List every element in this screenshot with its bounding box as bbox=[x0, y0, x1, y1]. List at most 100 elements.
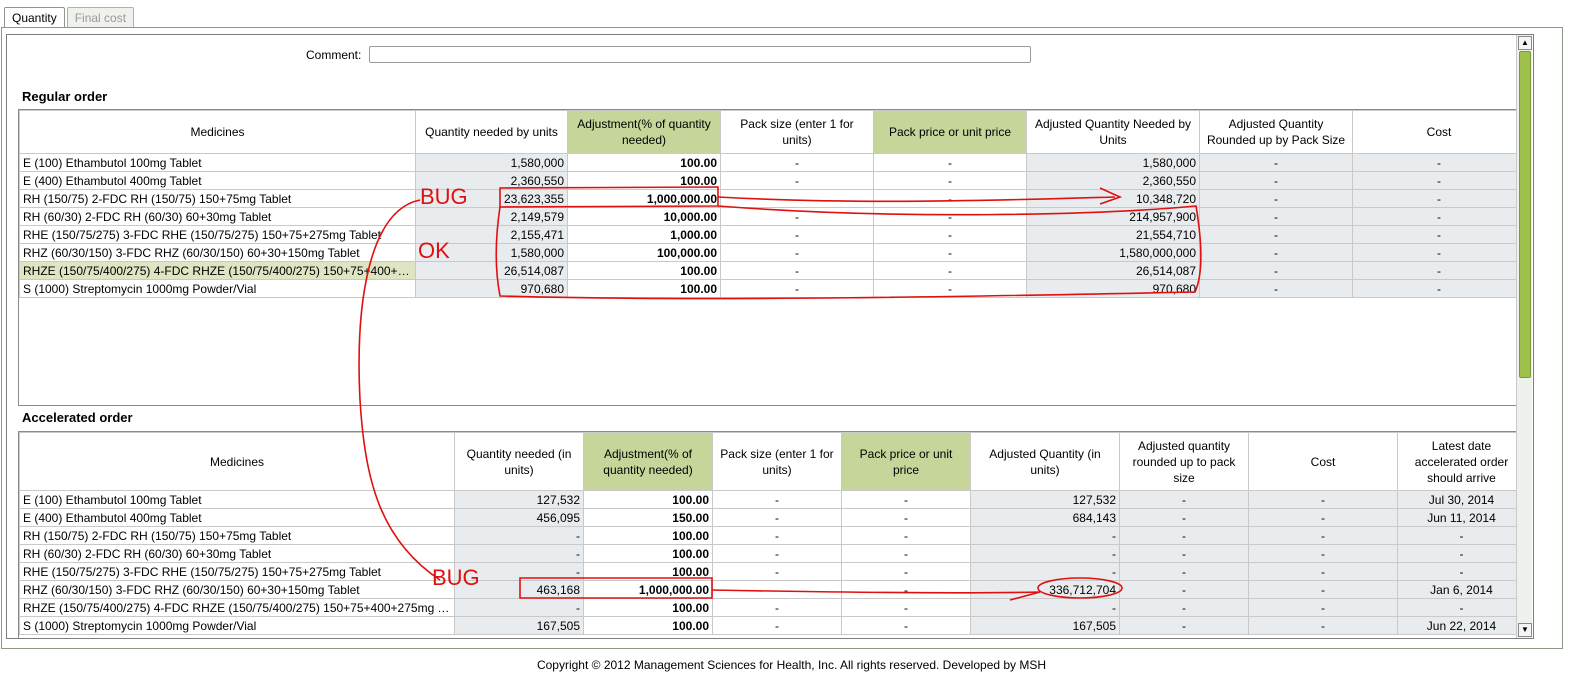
regular-cell-2[interactable]: 1,000,000.00 bbox=[567, 189, 721, 208]
regular-table-row[interactable]: RH (60/30) 2-FDC RH (60/30) 60+30mg Tabl… bbox=[19, 207, 1526, 226]
accelerated-cell-4[interactable]: - bbox=[841, 562, 971, 581]
accelerated-cell-4[interactable]: - bbox=[841, 580, 971, 599]
regular-cell-3[interactable]: - bbox=[720, 207, 874, 226]
regular-cell-4[interactable]: - bbox=[873, 153, 1027, 172]
comment-input[interactable] bbox=[369, 46, 1031, 63]
regular-cell-6: - bbox=[1199, 153, 1353, 172]
accelerated-table-row[interactable]: RH (150/75) 2-FDC RH (150/75) 150+75mg T… bbox=[19, 526, 1526, 545]
accelerated-cell-3[interactable]: - bbox=[712, 526, 842, 545]
accelerated-header-2[interactable]: Adjustment(% of quantity needed) bbox=[583, 432, 713, 491]
regular-cell-1: 1,580,000 bbox=[415, 243, 568, 262]
regular-cell-2[interactable]: 10,000.00 bbox=[567, 207, 721, 226]
accelerated-table-row[interactable]: S (1000) Streptomycin 1000mg Powder/Vial… bbox=[19, 616, 1526, 635]
accelerated-cell-1: 463,168 bbox=[454, 580, 584, 599]
accelerated-cell-0: E (100) Ethambutol 100mg Tablet bbox=[19, 490, 455, 509]
regular-header-0[interactable]: Medicines bbox=[19, 110, 416, 154]
accelerated-header-7[interactable]: Cost bbox=[1248, 432, 1398, 491]
regular-cell-2[interactable]: 100.00 bbox=[567, 279, 721, 298]
accelerated-header-5[interactable]: Adjusted Quantity (in units) bbox=[970, 432, 1120, 491]
accelerated-cell-3[interactable]: - bbox=[712, 598, 842, 617]
accelerated-cell-4[interactable]: - bbox=[841, 544, 971, 563]
regular-cell-5: 26,514,087 bbox=[1026, 261, 1200, 280]
regular-table-row[interactable]: E (100) Ethambutol 100mg Tablet 1,580,000… bbox=[19, 153, 1526, 172]
regular-table-row[interactable]: RH (150/75) 2-FDC RH (150/75) 150+75mg T… bbox=[19, 189, 1526, 208]
regular-cell-4[interactable]: - bbox=[873, 243, 1027, 262]
accelerated-cell-3[interactable]: - bbox=[712, 508, 842, 527]
accelerated-table-row[interactable]: RHZE (150/75/400/275) 4-FDC RHZE (150/75… bbox=[19, 598, 1526, 617]
regular-cell-4[interactable]: - bbox=[873, 171, 1027, 190]
regular-cell-0: RHE (150/75/275) 3-FDC RHE (150/75/275) … bbox=[19, 225, 416, 244]
regular-table-row[interactable]: E (400) Ethambutol 400mg Tablet 2,360,550… bbox=[19, 171, 1526, 190]
accelerated-cell-2[interactable]: 1,000,000.00 bbox=[583, 580, 713, 599]
regular-cell-5: 2,360,550 bbox=[1026, 171, 1200, 190]
scroll-up-icon[interactable]: ▲ bbox=[1518, 36, 1532, 50]
accelerated-header-6[interactable]: Adjusted quantity rounded up to pack siz… bbox=[1119, 432, 1249, 491]
regular-header-4[interactable]: Pack price or unit price bbox=[873, 110, 1027, 154]
regular-cell-3[interactable]: - bbox=[720, 261, 874, 280]
regular-cell-3[interactable]: - bbox=[720, 171, 874, 190]
accelerated-cell-2[interactable]: 100.00 bbox=[583, 526, 713, 545]
accelerated-cell-6: - bbox=[1119, 544, 1249, 563]
accelerated-cell-4[interactable]: - bbox=[841, 490, 971, 509]
regular-cell-4[interactable]: - bbox=[873, 207, 1027, 226]
accelerated-cell-3[interactable]: - bbox=[712, 490, 842, 509]
accelerated-cell-4[interactable]: - bbox=[841, 598, 971, 617]
regular-cell-3[interactable]: - bbox=[720, 279, 874, 298]
regular-header-7[interactable]: Cost bbox=[1352, 110, 1526, 154]
accelerated-cell-3[interactable]: - bbox=[712, 616, 842, 635]
accelerated-header-8[interactable]: Latest date accelerated order should arr… bbox=[1397, 432, 1526, 491]
regular-cell-4[interactable]: - bbox=[873, 261, 1027, 280]
tab-final-cost[interactable]: Final cost bbox=[66, 7, 135, 29]
regular-table-row[interactable]: RHZE (150/75/400/275) 4-FDC RHZE (150/75… bbox=[19, 261, 1526, 280]
regular-cell-4[interactable]: - bbox=[873, 189, 1027, 208]
vertical-scrollbar[interactable]: ▲ ▼ bbox=[1516, 35, 1532, 638]
accelerated-cell-6: - bbox=[1119, 490, 1249, 509]
regular-cell-3[interactable]: - bbox=[720, 189, 874, 208]
regular-cell-2[interactable]: 1,000.00 bbox=[567, 225, 721, 244]
accelerated-cell-4[interactable]: - bbox=[841, 616, 971, 635]
regular-header-3[interactable]: Pack size (enter 1 for units) bbox=[720, 110, 874, 154]
accelerated-header-1[interactable]: Quantity needed (in units) bbox=[454, 432, 584, 491]
accelerated-cell-2[interactable]: 100.00 bbox=[583, 562, 713, 581]
regular-table-row[interactable]: RHE (150/75/275) 3-FDC RHE (150/75/275) … bbox=[19, 225, 1526, 244]
regular-cell-5: 970,680 bbox=[1026, 279, 1200, 298]
accelerated-table-row[interactable]: E (400) Ethambutol 400mg Tablet 456,095 15… bbox=[19, 508, 1526, 527]
accelerated-cell-7: - bbox=[1248, 544, 1398, 563]
accelerated-cell-4[interactable]: - bbox=[841, 508, 971, 527]
regular-cell-4[interactable]: - bbox=[873, 279, 1027, 298]
accelerated-header-0[interactable]: Medicines bbox=[19, 432, 455, 491]
regular-cell-2[interactable]: 100,000.00 bbox=[567, 243, 721, 262]
regular-cell-3[interactable]: - bbox=[720, 153, 874, 172]
accelerated-cell-3[interactable]: - bbox=[712, 580, 842, 599]
accelerated-header-4[interactable]: Pack price or unit price bbox=[841, 432, 971, 491]
regular-header-5[interactable]: Adjusted Quantity Needed by Units bbox=[1026, 110, 1200, 154]
accelerated-table-row[interactable]: RHZ (60/30/150) 3-FDC RHZ (60/30/150) 60… bbox=[19, 580, 1526, 599]
regular-table-row[interactable]: S (1000) Streptomycin 1000mg Powder/Vial… bbox=[19, 279, 1526, 298]
regular-table-row[interactable]: RHZ (60/30/150) 3-FDC RHZ (60/30/150) 60… bbox=[19, 243, 1526, 262]
scroll-down-icon[interactable]: ▼ bbox=[1518, 623, 1532, 637]
accelerated-cell-3[interactable]: - bbox=[712, 544, 842, 563]
accelerated-cell-2[interactable]: 100.00 bbox=[583, 598, 713, 617]
accelerated-table-row[interactable]: RH (60/30) 2-FDC RH (60/30) 60+30mg Tabl… bbox=[19, 544, 1526, 563]
regular-cell-6: - bbox=[1199, 243, 1353, 262]
regular-cell-3[interactable]: - bbox=[720, 243, 874, 262]
accelerated-cell-3[interactable]: - bbox=[712, 562, 842, 581]
regular-header-2[interactable]: Adjustment(% of quantity needed) bbox=[567, 110, 721, 154]
accelerated-cell-2[interactable]: 100.00 bbox=[583, 544, 713, 563]
regular-cell-1: 26,514,087 bbox=[415, 261, 568, 280]
accelerated-cell-2[interactable]: 100.00 bbox=[583, 616, 713, 635]
regular-header-1[interactable]: Quantity needed by units bbox=[415, 110, 568, 154]
regular-cell-2[interactable]: 100.00 bbox=[567, 261, 721, 280]
regular-header-6[interactable]: Adjusted Quantity Rounded up by Pack Siz… bbox=[1199, 110, 1353, 154]
accelerated-table-row[interactable]: E (100) Ethambutol 100mg Tablet 127,532 10… bbox=[19, 490, 1526, 509]
accelerated-cell-2[interactable]: 150.00 bbox=[583, 508, 713, 527]
regular-cell-2[interactable]: 100.00 bbox=[567, 171, 721, 190]
regular-cell-2[interactable]: 100.00 bbox=[567, 153, 721, 172]
regular-cell-4[interactable]: - bbox=[873, 225, 1027, 244]
accelerated-cell-4[interactable]: - bbox=[841, 526, 971, 545]
scroll-thumb[interactable] bbox=[1519, 51, 1531, 378]
accelerated-header-3[interactable]: Pack size (enter 1 for units) bbox=[712, 432, 842, 491]
accelerated-table-row[interactable]: RHE (150/75/275) 3-FDC RHE (150/75/275) … bbox=[19, 562, 1526, 581]
regular-cell-3[interactable]: - bbox=[720, 225, 874, 244]
accelerated-cell-2[interactable]: 100.00 bbox=[583, 490, 713, 509]
